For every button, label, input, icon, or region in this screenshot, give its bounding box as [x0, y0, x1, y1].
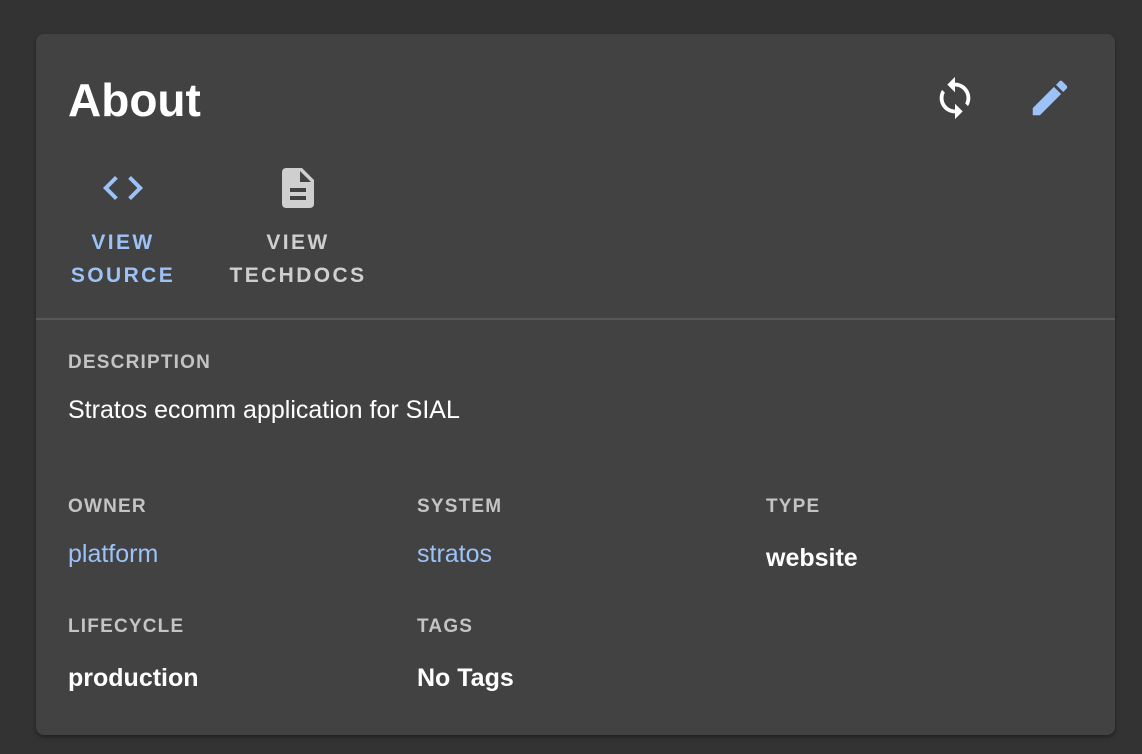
tags-value: No Tags	[417, 664, 514, 692]
type-value: website	[766, 544, 858, 572]
view-techdocs-link[interactable]: VIEW TECHDOCS	[226, 164, 370, 292]
tags-label: TAGS	[417, 616, 474, 637]
card-header: About VIEW SOURCE VIEW TECHDOCS	[36, 34, 1115, 320]
view-source-label-line2: SOURCE	[70, 264, 176, 287]
view-techdocs-label-line1: VIEW	[266, 231, 330, 254]
type-label: TYPE	[766, 496, 821, 517]
lifecycle-value: production	[68, 664, 199, 692]
card-title: About	[68, 74, 201, 126]
view-source-link[interactable]: VIEW SOURCE	[68, 164, 178, 292]
owner-link[interactable]: platform	[68, 540, 158, 569]
document-icon	[282, 168, 314, 208]
edit-button[interactable]	[1022, 70, 1078, 126]
lifecycle-label: LIFECYCLE	[68, 616, 185, 637]
refresh-icon	[939, 76, 971, 120]
system-link[interactable]: stratos	[417, 540, 492, 569]
about-card: About VIEW SOURCE VIEW TECHDOCS DESCRIPT…	[36, 34, 1115, 735]
owner-label: OWNER	[68, 496, 147, 517]
description-label: DESCRIPTION	[68, 352, 212, 373]
refresh-button[interactable]	[927, 70, 983, 126]
code-icon	[103, 176, 143, 200]
description-value: Stratos ecomm application for SIAL	[68, 396, 460, 424]
system-label: SYSTEM	[417, 496, 503, 517]
view-source-label-line1: VIEW	[91, 231, 155, 254]
edit-icon	[1032, 80, 1068, 116]
view-techdocs-label-line2: TECHDOCS	[229, 264, 367, 287]
